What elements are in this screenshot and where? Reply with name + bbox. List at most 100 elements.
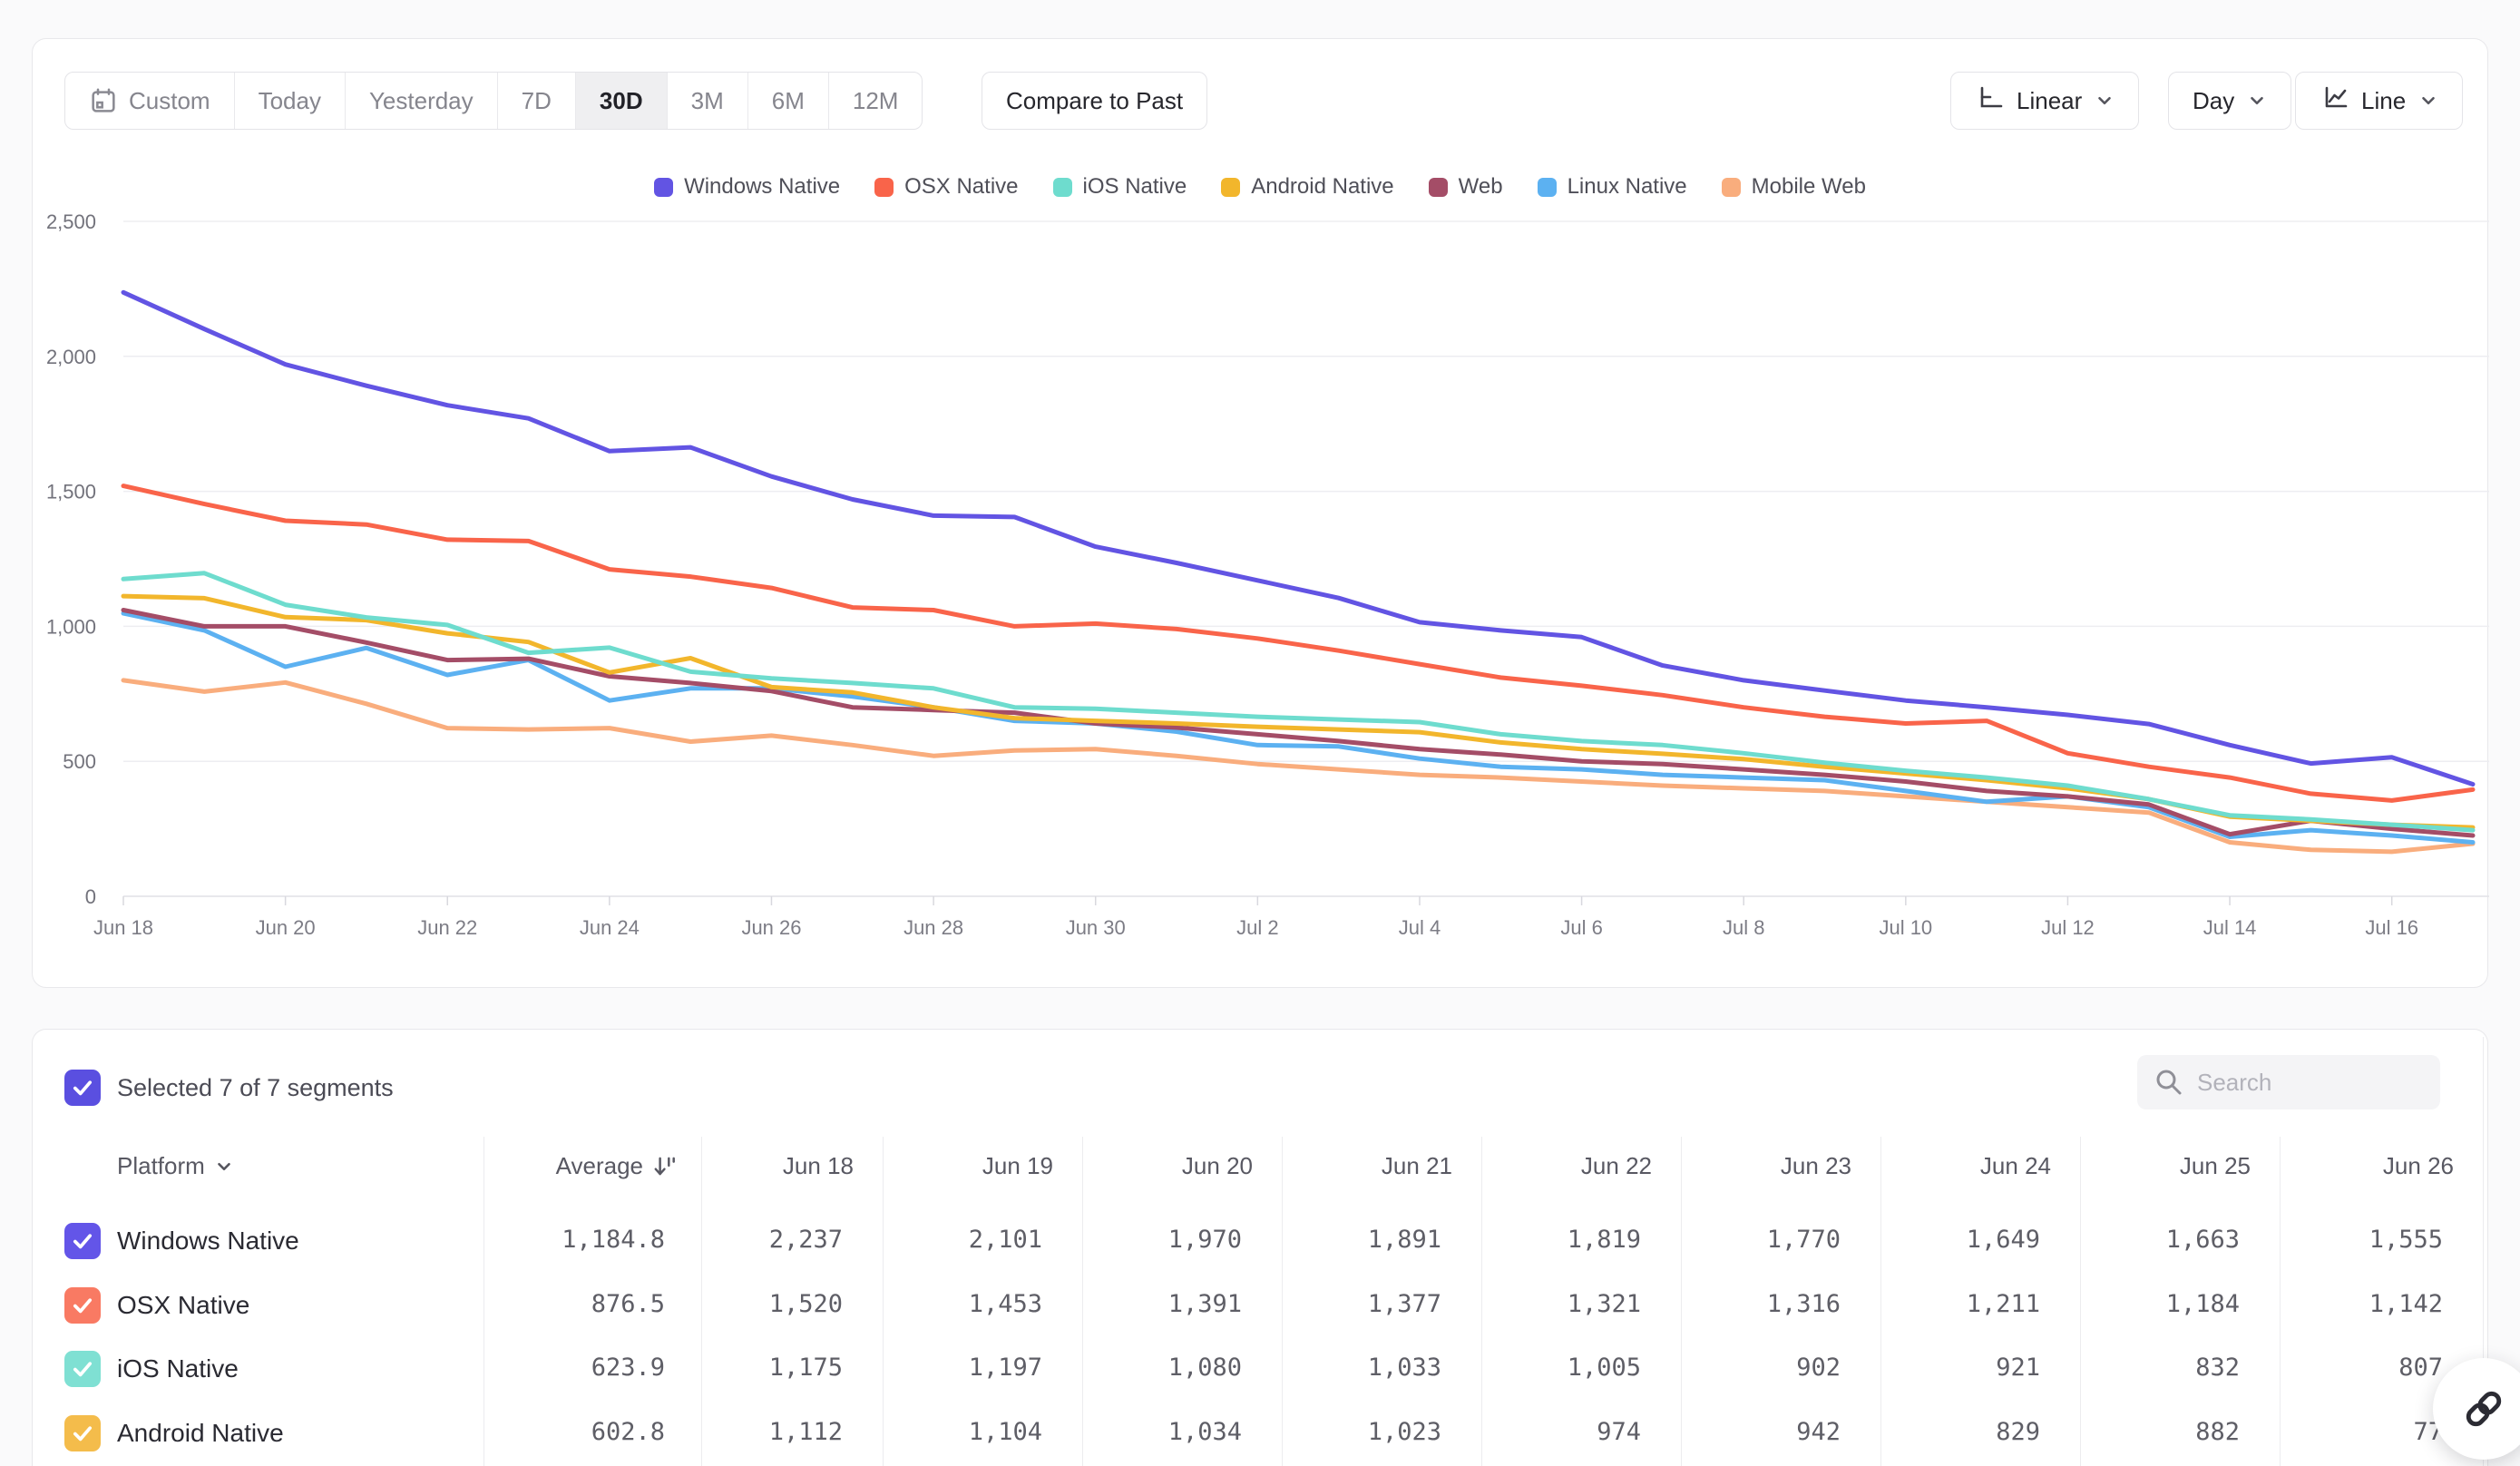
row-checkbox-windows-native[interactable] [64, 1223, 101, 1259]
table-cell-value: 1,316 [1767, 1290, 1841, 1318]
column-header-jun-22[interactable]: Jun 22 [1581, 1152, 1652, 1180]
x-axis-tick-label: Jun 18 [93, 916, 153, 939]
table-cell-value: 1,033 [1368, 1354, 1441, 1382]
column-header-jun-21[interactable]: Jun 21 [1382, 1152, 1452, 1180]
column-header-jun-26[interactable]: Jun 26 [2383, 1152, 2454, 1180]
table-cell-value: 832 [2195, 1354, 2240, 1382]
average-value: 876.5 [591, 1290, 665, 1318]
table-cell-value: 1,649 [1967, 1226, 2040, 1254]
x-axis-tick-label: Jun 22 [417, 916, 477, 939]
table-cell-value: 1,005 [1568, 1354, 1641, 1382]
table-cell-value: 1,211 [1967, 1290, 2040, 1318]
column-header-jun-23[interactable]: Jun 23 [1781, 1152, 1851, 1180]
column-separator [1681, 1137, 1682, 1466]
table-cell-value: 1,184 [2166, 1290, 2240, 1318]
select-all-checkbox[interactable] [64, 1070, 101, 1106]
series-line-osx-native[interactable] [123, 486, 2473, 801]
column-separator [2080, 1137, 2081, 1466]
platform-header-label: Platform [117, 1152, 205, 1180]
y-axis-tick-label: 0 [85, 885, 96, 908]
y-axis-tick-label: 500 [63, 750, 96, 773]
table-cell-value: 1,970 [1168, 1226, 1242, 1254]
table-cell-value: 1,770 [1767, 1226, 1841, 1254]
column-separator [1481, 1137, 1482, 1466]
chart-card: CustomTodayYesterday7D30D3M6M12M Compare… [32, 38, 2488, 988]
table-cell-value: 1,321 [1568, 1290, 1641, 1318]
table-cell-value: 1,891 [1368, 1226, 1441, 1254]
column-separator [483, 1137, 484, 1466]
x-axis-tick-label: Jul 16 [2365, 916, 2418, 939]
x-axis-tick-label: Jul 6 [1560, 916, 1602, 939]
average-header-label: Average [556, 1152, 643, 1180]
table-cell-value: 1,453 [969, 1290, 1042, 1318]
x-axis-tick-label: Jun 30 [1066, 916, 1126, 939]
column-header-jun-19[interactable]: Jun 19 [982, 1152, 1053, 1180]
search-input[interactable] [2197, 1069, 2424, 1097]
row-checkbox-osx-native[interactable] [64, 1287, 101, 1324]
table-cell-value: 1,520 [769, 1290, 843, 1318]
column-separator [1082, 1137, 1083, 1466]
table-cell-value: 1,080 [1168, 1354, 1242, 1382]
x-axis-tick-label: Jul 12 [2041, 916, 2095, 939]
y-axis-tick-label: 2,000 [46, 346, 96, 368]
search-icon [2154, 1067, 2184, 1098]
table-cell-value: 1,197 [969, 1354, 1042, 1382]
table-cell-value: 882 [2195, 1418, 2240, 1446]
line-chart[interactable]: 05001,0001,5002,0002,500Jun 18Jun 20Jun … [33, 39, 2489, 989]
row-checkbox-ios-native[interactable] [64, 1351, 101, 1387]
y-axis-tick-label: 1,500 [46, 481, 96, 503]
table-cell-value: 1,377 [1368, 1290, 1441, 1318]
platform-label: Android Native [117, 1415, 284, 1451]
y-axis-tick-label: 2,500 [46, 210, 96, 233]
average-value: 623.9 [591, 1354, 665, 1382]
table-cell-value: 942 [1796, 1418, 1841, 1446]
series-line-ios-native[interactable] [123, 573, 2473, 830]
column-separator [1880, 1137, 1881, 1466]
table-cell-value: 1,112 [769, 1418, 843, 1446]
column-header-average[interactable]: Average [556, 1152, 678, 1180]
table-cell-value: 1,034 [1168, 1418, 1242, 1446]
analytics-dashboard: { "toolbar": { "time_ranges": [ { "label… [0, 0, 2520, 1466]
table-cell-value: 1,142 [2369, 1290, 2443, 1318]
x-axis-tick-label: Jul 2 [1236, 916, 1278, 939]
table-cell-value: 1,663 [2166, 1226, 2240, 1254]
x-axis-tick-label: Jun 26 [741, 916, 801, 939]
table-cell-value: 974 [1597, 1418, 1641, 1446]
table-cell-value: 1,023 [1368, 1418, 1441, 1446]
segments-table-card: Selected 7 of 7 segments Platform Average… [32, 1029, 2488, 1466]
row-checkbox-android-native[interactable] [64, 1415, 101, 1451]
x-axis-tick-label: Jul 14 [2203, 916, 2257, 939]
series-line-mobile-web[interactable] [123, 680, 2473, 852]
chevron-down-icon [214, 1157, 234, 1177]
table-cell-value: 1,391 [1168, 1290, 1242, 1318]
column-header-jun-24[interactable]: Jun 24 [1980, 1152, 2051, 1180]
table-cell-value: 2,237 [769, 1226, 843, 1254]
column-separator [883, 1137, 884, 1466]
column-separator [1282, 1137, 1283, 1466]
table-cell-value: 2,101 [969, 1226, 1042, 1254]
platform-label: iOS Native [117, 1351, 239, 1387]
selected-segments-label: Selected 7 of 7 segments [117, 1070, 394, 1106]
table-cell-value: 902 [1796, 1354, 1841, 1382]
sort-descending-icon [652, 1154, 678, 1179]
x-axis-tick-label: Jul 4 [1399, 916, 1441, 939]
table-cell-value: 829 [1996, 1418, 2040, 1446]
table-cell-value: 1,819 [1568, 1226, 1641, 1254]
table-cell-value: 1,175 [769, 1354, 843, 1382]
x-axis-tick-label: Jul 10 [1879, 916, 1932, 939]
column-header-jun-20[interactable]: Jun 20 [1182, 1152, 1253, 1180]
table-cell-value: 1,555 [2369, 1226, 2443, 1254]
column-header-jun-25[interactable]: Jun 25 [2180, 1152, 2251, 1180]
average-value: 1,184.8 [562, 1226, 665, 1254]
link-icon [2460, 1385, 2507, 1432]
x-axis-tick-label: Jun 28 [903, 916, 963, 939]
y-axis-tick-label: 1,000 [46, 615, 96, 638]
x-axis-tick-label: Jul 8 [1723, 916, 1764, 939]
platform-label: Windows Native [117, 1223, 299, 1259]
average-value: 602.8 [591, 1418, 665, 1446]
table-cell-value: 921 [1996, 1354, 2040, 1382]
column-header-jun-18[interactable]: Jun 18 [783, 1152, 854, 1180]
column-header-platform[interactable]: Platform [117, 1152, 234, 1180]
column-separator [2280, 1137, 2281, 1466]
segment-search[interactable] [2137, 1055, 2440, 1109]
